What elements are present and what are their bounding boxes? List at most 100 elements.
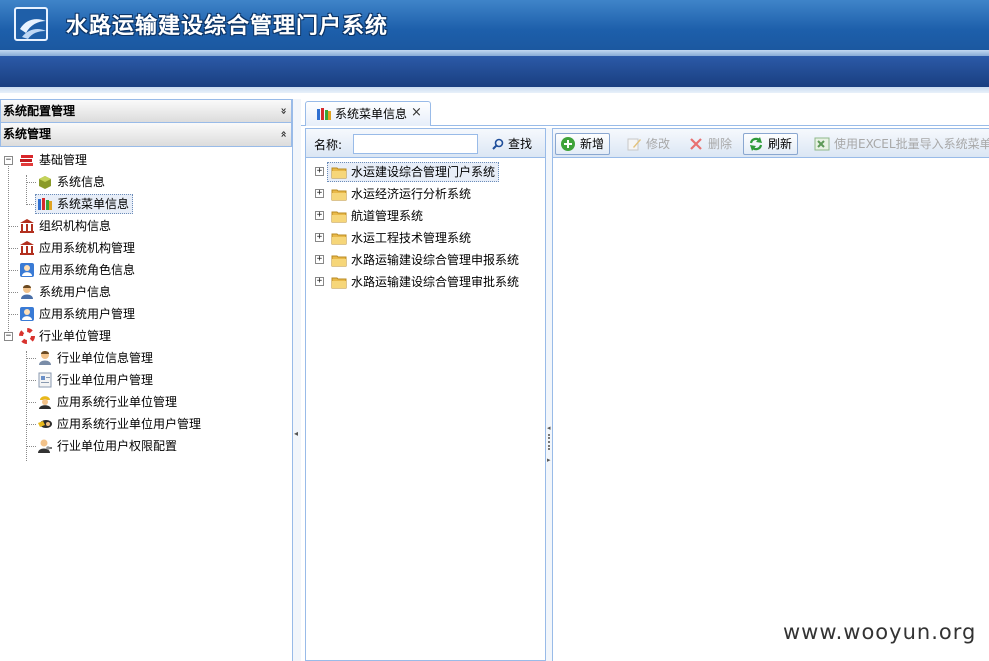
id-card-icon <box>37 372 53 388</box>
tree-guide-line <box>26 380 36 381</box>
tree-node-industry-permission-config[interactable]: 行业单位用户权限配置 <box>0 435 292 457</box>
tree-node-industry-management[interactable]: − 行业单位管理 <box>0 325 292 347</box>
delete-button[interactable]: 删除 <box>683 133 738 155</box>
app-title: 水路运输建设综合管理门户系统 <box>66 14 389 39</box>
user-icon <box>37 350 53 366</box>
tree-node-system[interactable]: + 水运经济运行分析系统 <box>306 183 545 205</box>
tree-node-label: 航道管理系统 <box>351 209 424 223</box>
tree-node-industry-unit-info[interactable]: 行业单位信息管理 <box>0 347 292 369</box>
tree-node-app-user-management[interactable]: 应用系统用户管理 <box>0 303 292 325</box>
tab-label: 系统菜单信息 <box>335 107 408 121</box>
folder-icon <box>331 252 347 268</box>
action-toolbar: 新增 修改 删除 刷新 使用EXCEL批量导入系统菜单 <box>553 129 989 158</box>
collapse-left-icon[interactable]: ◂ <box>547 424 551 432</box>
tree-node-app-industry-unit[interactable]: 应用系统行业单位管理 <box>0 391 292 413</box>
folder-icon <box>331 186 347 202</box>
expand-node-icon[interactable]: + <box>315 211 324 220</box>
expand-node-icon[interactable]: + <box>315 189 324 198</box>
folder-icon <box>331 274 347 290</box>
name-search-input[interactable] <box>353 134 478 154</box>
institution-icon <box>19 240 35 256</box>
folder-icon <box>331 208 347 224</box>
menu-tree-panel: 名称: 查找 + 水运建设综合管理门户系统 + 水运经济运行分析系统 + 航道管… <box>305 128 546 661</box>
tree-node-label: 基础管理 <box>39 153 88 167</box>
middle-panel-splitter[interactable]: ◂ ▸ <box>546 128 553 661</box>
user-icon <box>19 284 35 300</box>
expand-node-icon[interactable]: + <box>315 277 324 286</box>
close-icon[interactable]: × <box>411 105 422 121</box>
top-navbar <box>0 56 989 87</box>
user-role-icon <box>19 262 35 278</box>
accordion-label: 系统配置管理 <box>3 104 76 118</box>
tree-node-system[interactable]: + 水路运输建设综合管理审批系统 <box>306 271 545 293</box>
cube-icon <box>37 174 53 190</box>
lifebuoy-icon <box>19 328 35 344</box>
tree-guide-line <box>26 446 36 447</box>
tree-guide-line <box>8 292 18 293</box>
search-icon <box>492 138 504 150</box>
tree-node-system[interactable]: + 水路运输建设综合管理申报系统 <box>306 249 545 271</box>
refresh-button-label: 刷新 <box>768 137 793 151</box>
left-panel-splitter[interactable]: ◂ <box>293 99 301 661</box>
tree-guide-line <box>26 358 36 359</box>
tree-node-label: 行业单位管理 <box>39 329 112 343</box>
tree-node-label: 系统信息 <box>57 175 106 189</box>
tree-node-label: 水路运输建设综合管理审批系统 <box>351 275 520 289</box>
folder-icon <box>331 230 347 246</box>
tree-node-label: 行业单位信息管理 <box>57 351 154 365</box>
tree-node-system[interactable]: + 航道管理系统 <box>306 205 545 227</box>
accordion-label: 系统管理 <box>3 127 52 141</box>
tree-node-system-menu-info[interactable]: 系统菜单信息 <box>0 193 292 215</box>
folder-icon <box>331 164 347 180</box>
drag-handle-icon[interactable] <box>548 434 550 450</box>
name-label: 名称: <box>314 138 343 152</box>
collapse-node-icon[interactable]: − <box>4 156 13 165</box>
tree-node-system-user-info[interactable]: 系统用户信息 <box>0 281 292 303</box>
tree-node-label: 应用系统行业单位用户管理 <box>57 417 202 431</box>
tree-node-app-industry-user[interactable]: 应用系统行业单位用户管理 <box>0 413 292 435</box>
tab-bar: 系统菜单信息 × <box>301 99 989 126</box>
tree-node-org-info[interactable]: 组织机构信息 <box>0 215 292 237</box>
tree-node-label: 应用系统角色信息 <box>39 263 136 277</box>
expand-node-icon[interactable]: + <box>315 233 324 242</box>
add-button[interactable]: 新增 <box>555 133 611 155</box>
menu-detail-panel: 新增 修改 删除 刷新 使用EXCEL批量导入系统菜单 <box>553 128 989 661</box>
delete-button-label: 删除 <box>708 137 733 151</box>
refresh-button[interactable]: 刷新 <box>743 133 799 155</box>
app-header: 水路运输建设综合管理门户系统 <box>0 0 989 50</box>
add-button-label: 新增 <box>580 137 605 151</box>
collapse-left-icon[interactable]: ◂ <box>294 429 298 438</box>
tab-system-menu-info[interactable]: 系统菜单信息 × <box>305 101 431 126</box>
tree-node-app-org-management[interactable]: 应用系统机构管理 <box>0 237 292 259</box>
add-icon <box>561 137 575 151</box>
tree-node-system-info[interactable]: 系统信息 <box>0 171 292 193</box>
stack-icon <box>19 152 35 168</box>
books-icon <box>316 106 332 122</box>
refresh-icon <box>749 137 763 151</box>
edit-button-label: 修改 <box>646 137 671 151</box>
expand-right-icon[interactable]: ▸ <box>547 456 551 464</box>
collapse-node-icon[interactable]: − <box>4 332 13 341</box>
excel-import-button[interactable]: 使用EXCEL批量导入系统菜单 <box>809 133 989 155</box>
user-key-icon <box>37 438 53 454</box>
tree-node-system[interactable]: + 水运工程技术管理系统 <box>306 227 545 249</box>
tree-node-basic-management[interactable]: − 基础管理 <box>0 149 292 171</box>
expand-node-icon[interactable]: + <box>315 255 324 264</box>
tree-node-label: 应用系统行业单位管理 <box>57 395 178 409</box>
tree-guide-line <box>26 402 36 403</box>
accordion-system-management[interactable]: 系统管理 « <box>0 123 292 147</box>
search-button[interactable]: 查找 <box>488 133 532 155</box>
expand-icon[interactable]: » <box>272 107 294 114</box>
handshake-icon <box>37 416 53 432</box>
tree-node-app-role-info[interactable]: 应用系统角色信息 <box>0 259 292 281</box>
collapse-icon[interactable]: « <box>272 130 294 137</box>
accordion-system-config[interactable]: 系统配置管理 » <box>0 99 292 123</box>
edit-button[interactable]: 修改 <box>621 133 676 155</box>
delete-icon <box>690 138 702 150</box>
search-button-label: 查找 <box>508 137 533 151</box>
tree-node-label: 水运工程技术管理系统 <box>351 231 472 245</box>
tree-node-system[interactable]: + 水运建设综合管理门户系统 <box>306 161 545 183</box>
expand-node-icon[interactable]: + <box>315 167 324 176</box>
tree-node-industry-user-management[interactable]: 行业单位用户管理 <box>0 369 292 391</box>
watermark: www.wooyun.org <box>783 620 977 644</box>
